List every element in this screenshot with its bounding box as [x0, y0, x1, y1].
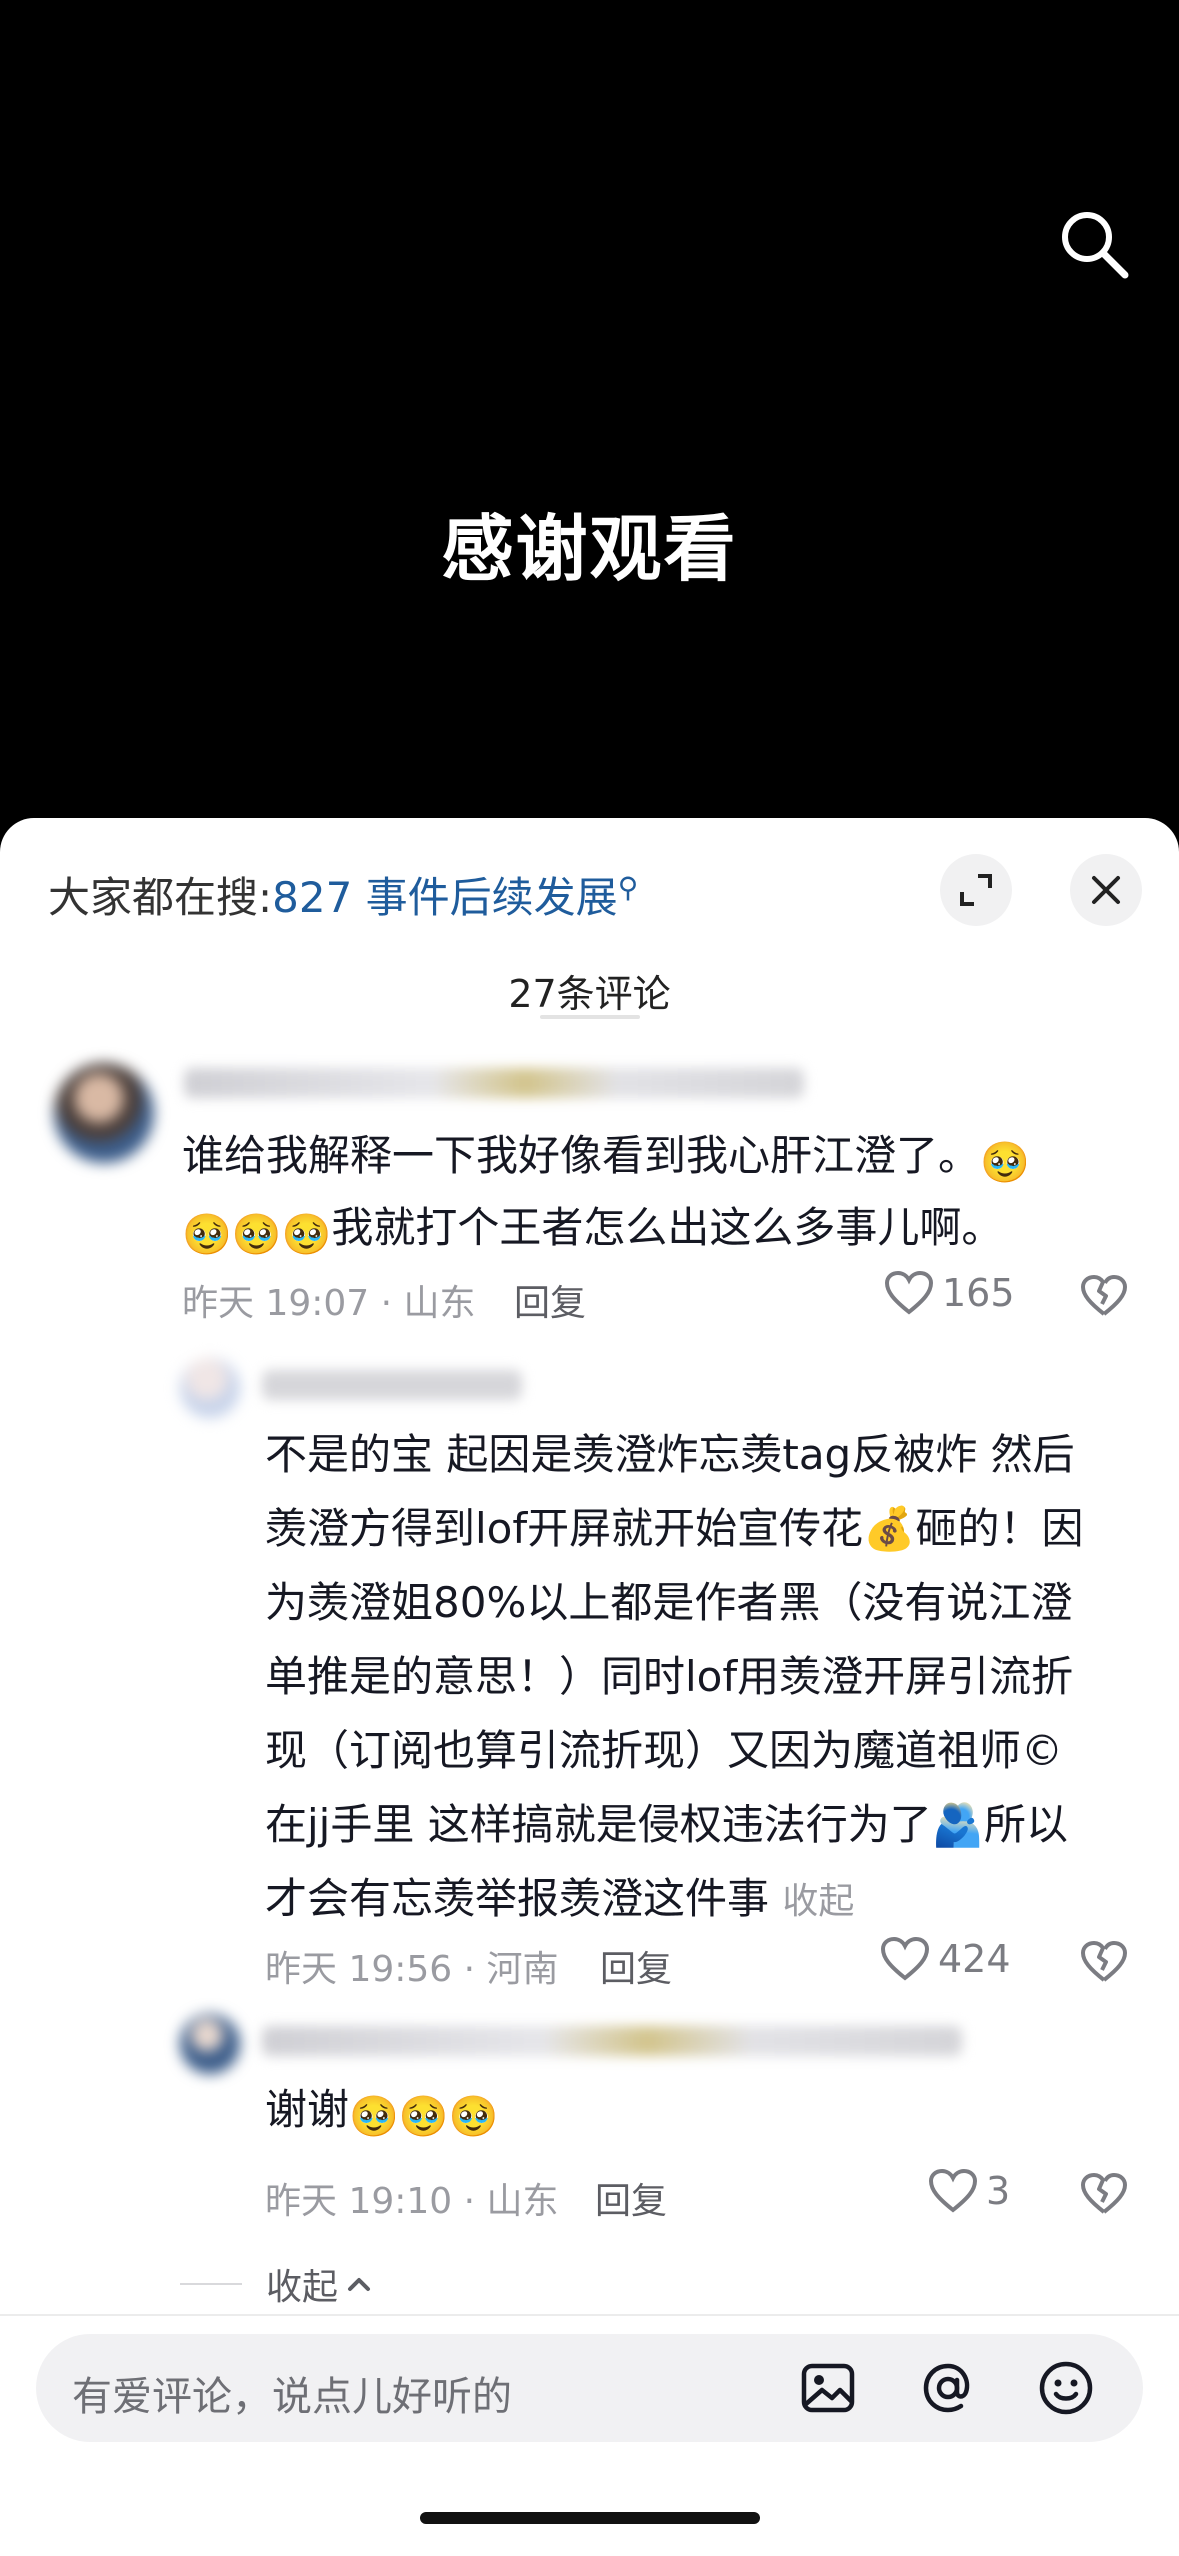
expand-icon: [960, 874, 992, 906]
like-button[interactable]: 165: [884, 1270, 1015, 1316]
heart-icon: [928, 2168, 978, 2213]
like-count: 424: [938, 1937, 1011, 1981]
video-player[interactable]: 感谢观看: [0, 0, 1179, 820]
collapse-replies-button[interactable]: 收起: [180, 2258, 374, 2310]
username-blurred[interactable]: [262, 1370, 522, 1400]
avatar[interactable]: [180, 1358, 240, 1418]
comment-sheet: 大家都在搜:827 事件后续发展⚲ 27条评论 谁给我解释一下我好像看到我心肝江…: [0, 818, 1179, 2556]
hot-search-banner[interactable]: 大家都在搜:827 事件后续发展⚲: [48, 864, 638, 925]
comment-input[interactable]: 有爱评论，说点儿好听的: [36, 2334, 1143, 2442]
reply-text: 谢谢🥹🥹🥹: [265, 2085, 499, 2140]
collapse-label: 收起: [266, 2267, 339, 2308]
heart-icon: [880, 1936, 930, 1981]
like-count: 3: [986, 2169, 1011, 2213]
close-button[interactable]: [1070, 854, 1142, 926]
search-icon[interactable]: [1055, 205, 1135, 285]
home-indicator[interactable]: [420, 2512, 760, 2524]
hot-search-link[interactable]: 827 事件后续发展: [272, 873, 618, 922]
pleading-face-emoji: 🥹: [980, 1140, 1030, 1186]
username-blurred[interactable]: [184, 1068, 804, 1098]
dislike-button[interactable]: [1080, 2172, 1128, 2220]
at-icon[interactable]: [918, 2358, 978, 2418]
pleading-face-emoji: 🥹🥹🥹: [182, 1212, 332, 1258]
collapse-inline-link[interactable]: 收起: [782, 1881, 854, 1922]
avatar[interactable]: [180, 2014, 240, 2074]
like-count: 165: [942, 1271, 1015, 1315]
drag-handle[interactable]: [540, 1015, 640, 1019]
reply-button[interactable]: 回复: [595, 2172, 667, 2224]
pleading-face-emoji: 🥹🥹🥹: [349, 2094, 499, 2140]
reply-button[interactable]: 回复: [514, 1274, 586, 1326]
comment-count: 27条评论: [508, 972, 671, 1016]
username-blurred[interactable]: [262, 2026, 962, 2056]
comment-input-bar: 有爱评论，说点儿好听的: [0, 2314, 1179, 2556]
close-icon: [1092, 876, 1120, 904]
chevron-up-icon: [348, 2278, 371, 2291]
comment-input-placeholder: 有爱评论，说点儿好听的: [72, 2374, 512, 2420]
like-button[interactable]: 424: [880, 1936, 1011, 1982]
small-search-icon: ⚲: [617, 871, 639, 904]
comment-meta: 昨天 19:10 · 山东: [265, 2181, 559, 2222]
reply-text: 不是的宝 起因是羡澄炸忘羡tag反被炸 然后 羡澄方得到lof开屏就开始宣传花💰…: [265, 1430, 1084, 1923]
dislike-button[interactable]: [1080, 1274, 1128, 1322]
video-caption: 感谢观看: [441, 507, 738, 591]
comment-text: 谁给我解释一下我好像看到我心肝江澄了。🥹 🥹🥹🥹我就打个王者怎么出这么多事儿啊。: [182, 1131, 1030, 1258]
broken-heart-icon: [1081, 2173, 1127, 2214]
expand-button[interactable]: [940, 854, 1012, 926]
divider: [180, 2283, 242, 2285]
hot-search-prefix: 大家都在搜:: [48, 873, 273, 922]
avatar[interactable]: [54, 1063, 154, 1163]
broken-heart-icon: [1081, 1941, 1127, 1982]
comment-meta: 昨天 19:56 · 河南: [265, 1949, 559, 1990]
image-icon[interactable]: [798, 2358, 858, 2418]
reply-button[interactable]: 回复: [600, 1940, 672, 1992]
dislike-button[interactable]: [1080, 1940, 1128, 1988]
comment-meta: 昨天 19:07 · 山东: [182, 1283, 476, 1324]
like-button[interactable]: 3: [928, 2168, 1010, 2214]
emoji-icon[interactable]: [1036, 2358, 1096, 2418]
broken-heart-icon: [1081, 1275, 1127, 1316]
heart-icon: [884, 1270, 934, 1315]
